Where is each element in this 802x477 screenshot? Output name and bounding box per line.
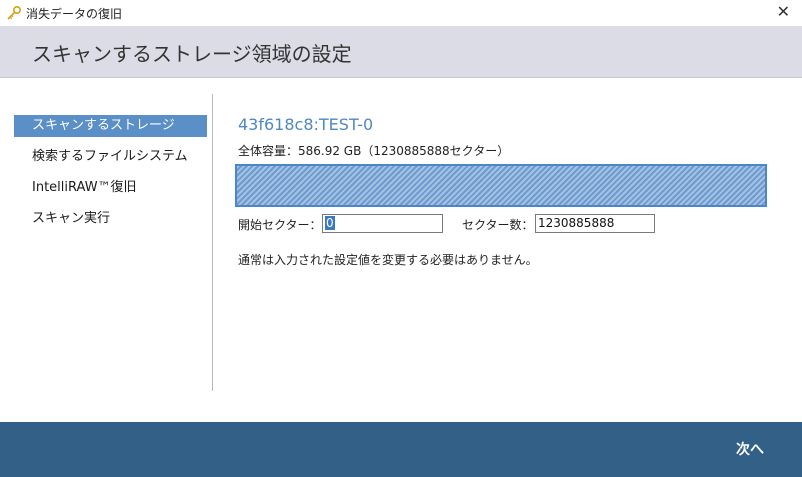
sidebar-divider xyxy=(212,94,213,391)
start-sector-input[interactable]: 0 xyxy=(322,214,443,233)
sidebar-nav: スキャンするストレージ 検索するファイルシステム IntelliRAW™復旧 ス… xyxy=(14,115,214,239)
footer-bar: 次へ xyxy=(0,422,802,477)
sector-count-value: 1230885888 xyxy=(538,216,615,230)
start-sector-label: 開始セクター： xyxy=(238,218,322,232)
next-button[interactable]: 次へ xyxy=(736,439,764,459)
disk-capacity: 全体容量：586.92 GB（1230885888セクター） xyxy=(238,144,510,158)
close-icon[interactable]: ✕ xyxy=(777,3,790,21)
sidebar-item-intelliraw[interactable]: IntelliRAW™復旧 xyxy=(14,177,207,199)
sector-count-label: セクター数： xyxy=(462,218,534,232)
title-bar: 消失データの復旧 ✕ xyxy=(0,0,802,26)
page-title: スキャンするストレージ領域の設定 xyxy=(32,42,352,66)
window-title: 消失データの復旧 xyxy=(26,7,123,21)
sidebar-item-filesystem[interactable]: 検索するファイルシステム xyxy=(14,146,207,168)
sidebar-item-scan[interactable]: スキャン実行 xyxy=(14,208,207,230)
start-sector-value: 0 xyxy=(325,216,335,230)
disk-name: 43f618c8:TEST-0 xyxy=(238,115,374,134)
storage-region-bar[interactable] xyxy=(235,164,767,207)
sidebar-item-storage[interactable]: スキャンするストレージ xyxy=(14,115,207,137)
settings-note: 通常は入力された設定値を変更する必要はありません。 xyxy=(238,253,538,267)
page-header: スキャンするストレージ領域の設定 xyxy=(0,26,802,78)
sector-count-input[interactable]: 1230885888 xyxy=(535,214,655,233)
key-icon xyxy=(7,5,22,20)
